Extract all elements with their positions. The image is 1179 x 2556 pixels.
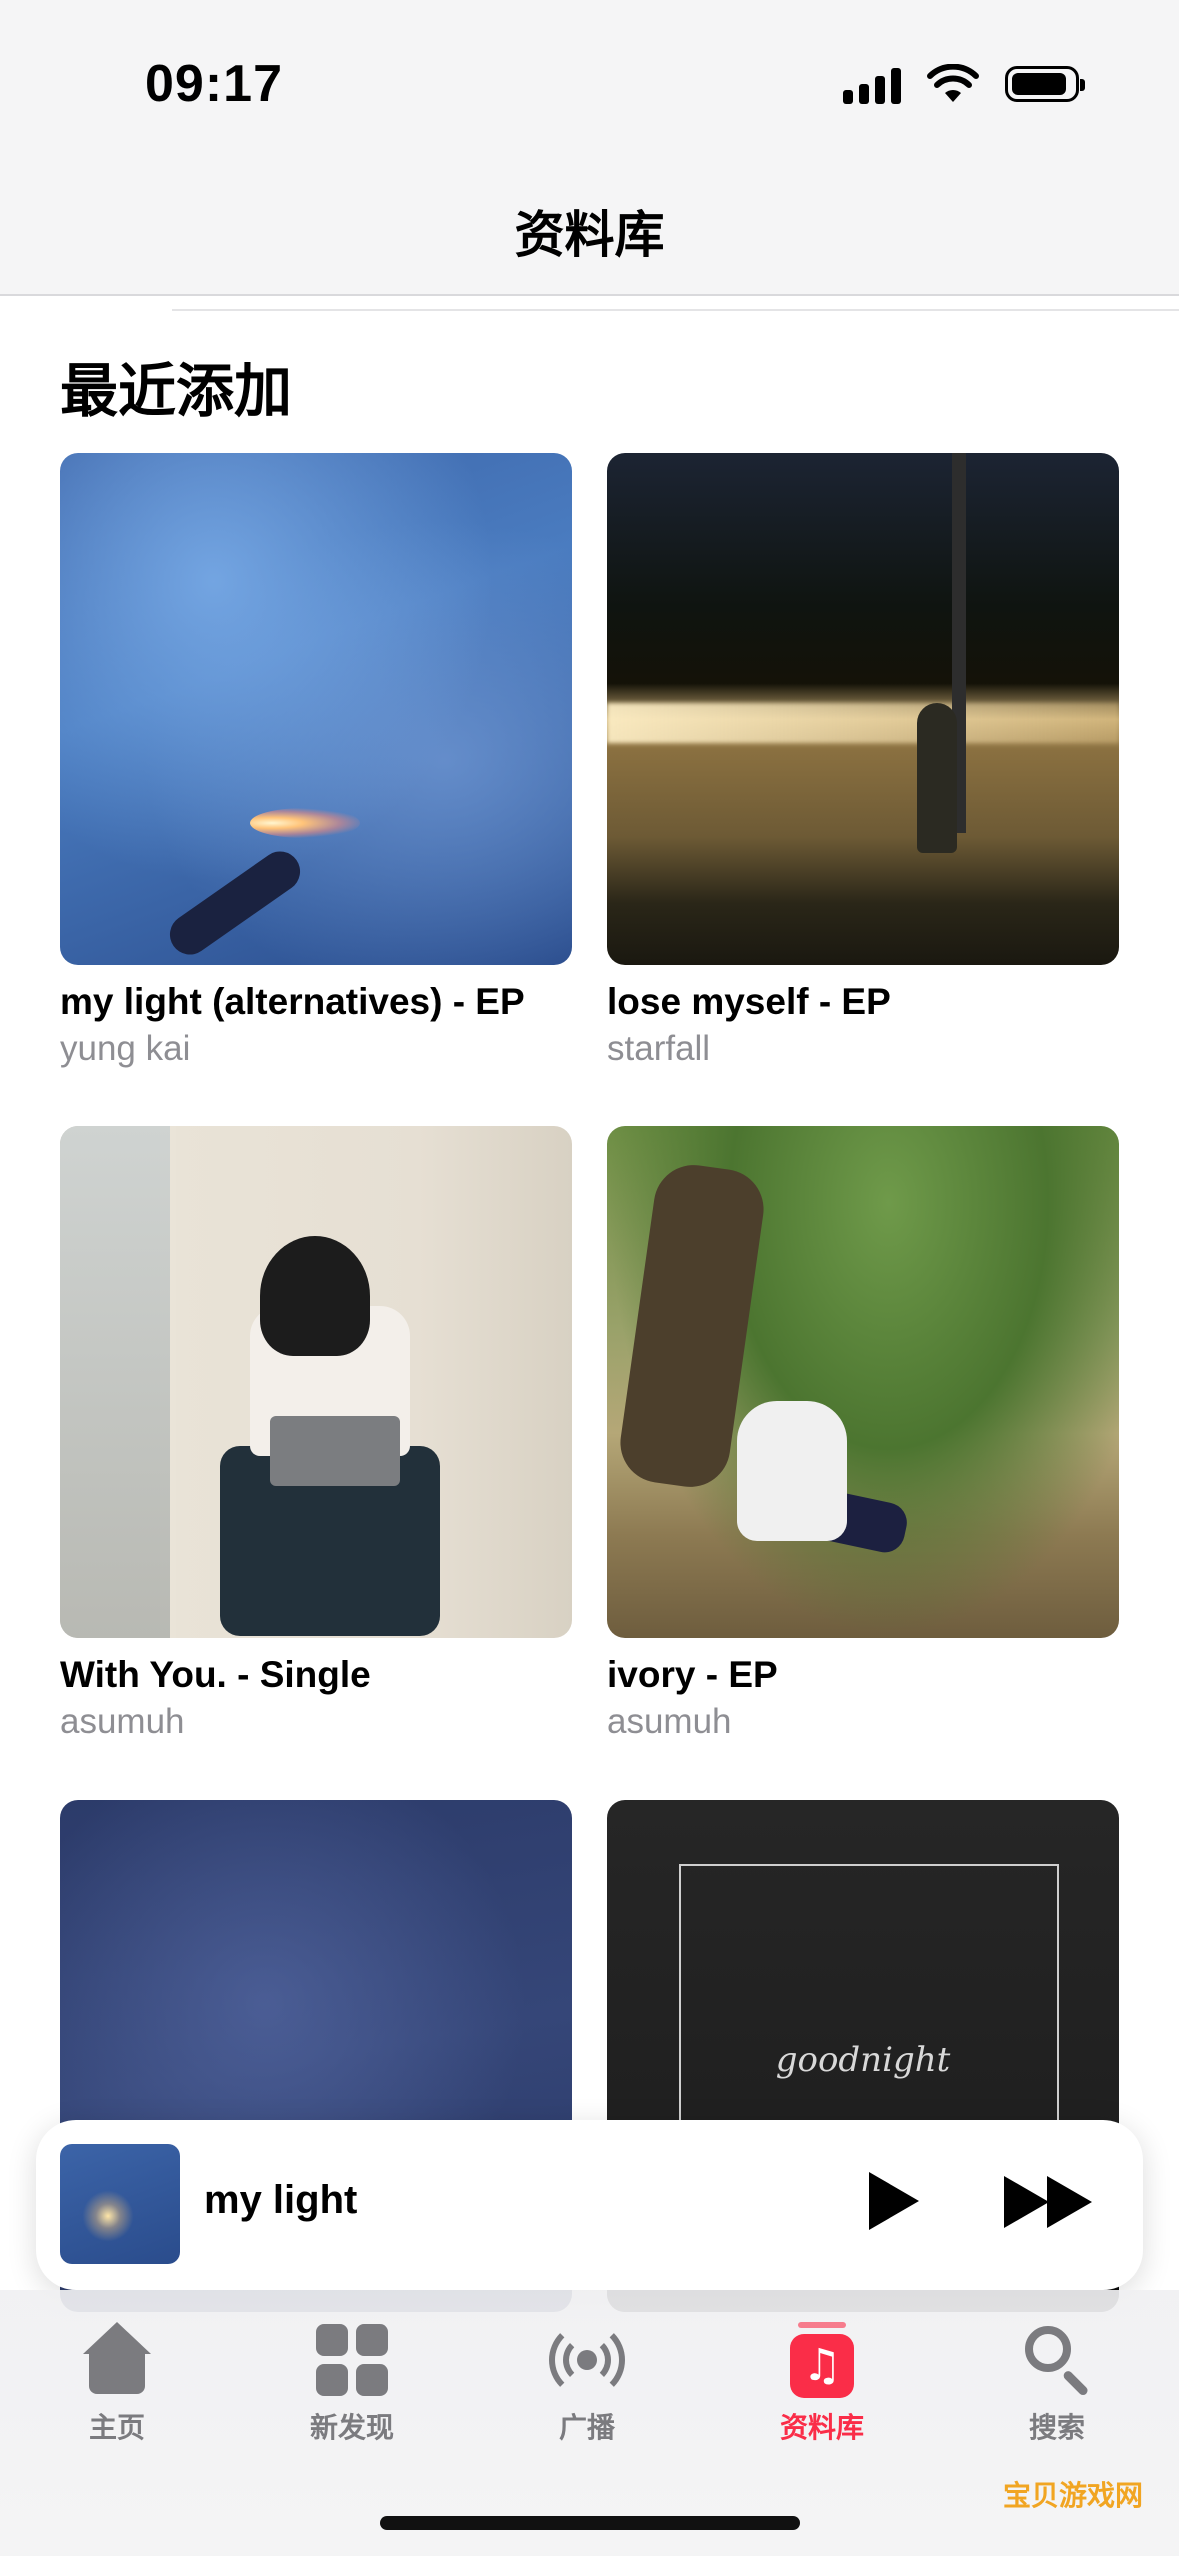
wifi-icon: [927, 64, 979, 102]
album-title: With You. - Single: [60, 1654, 371, 1695]
album-card[interactable]: my light (alternatives) - EP yung kai: [60, 453, 572, 1069]
tab-label: 搜索: [1028, 2412, 1085, 2443]
album-cover[interactable]: [607, 453, 1119, 965]
album-card[interactable]: ivory - EP asumuh: [607, 1126, 1119, 1742]
tab-search[interactable]: 搜索: [987, 2322, 1127, 2446]
section-title-recently-added[interactable]: 最近添加: [60, 344, 292, 428]
status-icons: [843, 62, 1085, 106]
search-icon: [1019, 2322, 1095, 2398]
library-icon: ♫: [790, 2322, 854, 2398]
mini-player[interactable]: my light: [36, 2120, 1143, 2290]
album-card[interactable]: With You. - Single asumuh: [60, 1126, 572, 1742]
album-title: my light (alternatives) - EP: [60, 981, 525, 1022]
divider: [172, 309, 1179, 311]
radio-icon: [549, 2322, 625, 2398]
now-playing-artwork[interactable]: [60, 2144, 180, 2264]
top-bar: 09:17 资料库: [0, 0, 1179, 296]
tab-library[interactable]: ♫ 资料库: [752, 2322, 892, 2446]
album-title: lose myself - EP: [607, 981, 891, 1022]
house-icon: [79, 2322, 155, 2398]
tab-browse[interactable]: 新发现: [282, 2322, 422, 2446]
cover-art-text: goodnight: [775, 2040, 951, 2080]
cellular-signal-icon: [843, 64, 901, 104]
album-artist: yung kai: [60, 1029, 191, 1068]
play-icon[interactable]: [869, 2172, 919, 2230]
album-cover[interactable]: [607, 1126, 1119, 1638]
watermark: 宝贝游戏网: [1003, 2480, 1144, 2511]
album-card[interactable]: lose myself - EP starfall: [607, 453, 1119, 1069]
tab-label: 新发现: [309, 2412, 394, 2443]
album-artist: asumuh: [60, 1702, 185, 1741]
now-playing-title[interactable]: my light: [204, 2178, 357, 2223]
album-cover[interactable]: [60, 453, 572, 965]
tab-label: 广播: [558, 2412, 615, 2443]
tab-label: 主页: [88, 2412, 145, 2443]
album-cover[interactable]: [60, 1126, 572, 1638]
album-artist: asumuh: [607, 1702, 732, 1741]
battery-icon: [1005, 66, 1085, 102]
tab-home[interactable]: 主页: [47, 2322, 187, 2446]
fast-forward-icon[interactable]: [1004, 2176, 1094, 2228]
album-title: ivory - EP: [607, 1654, 778, 1695]
page-title: 资料库: [514, 207, 665, 263]
tab-label: 资料库: [779, 2412, 864, 2443]
album-artist: starfall: [607, 1029, 711, 1068]
home-indicator[interactable]: [380, 2516, 800, 2530]
tab-radio[interactable]: 广播: [517, 2322, 657, 2446]
grid-icon: [314, 2322, 390, 2398]
status-time: 09:17: [145, 55, 283, 113]
